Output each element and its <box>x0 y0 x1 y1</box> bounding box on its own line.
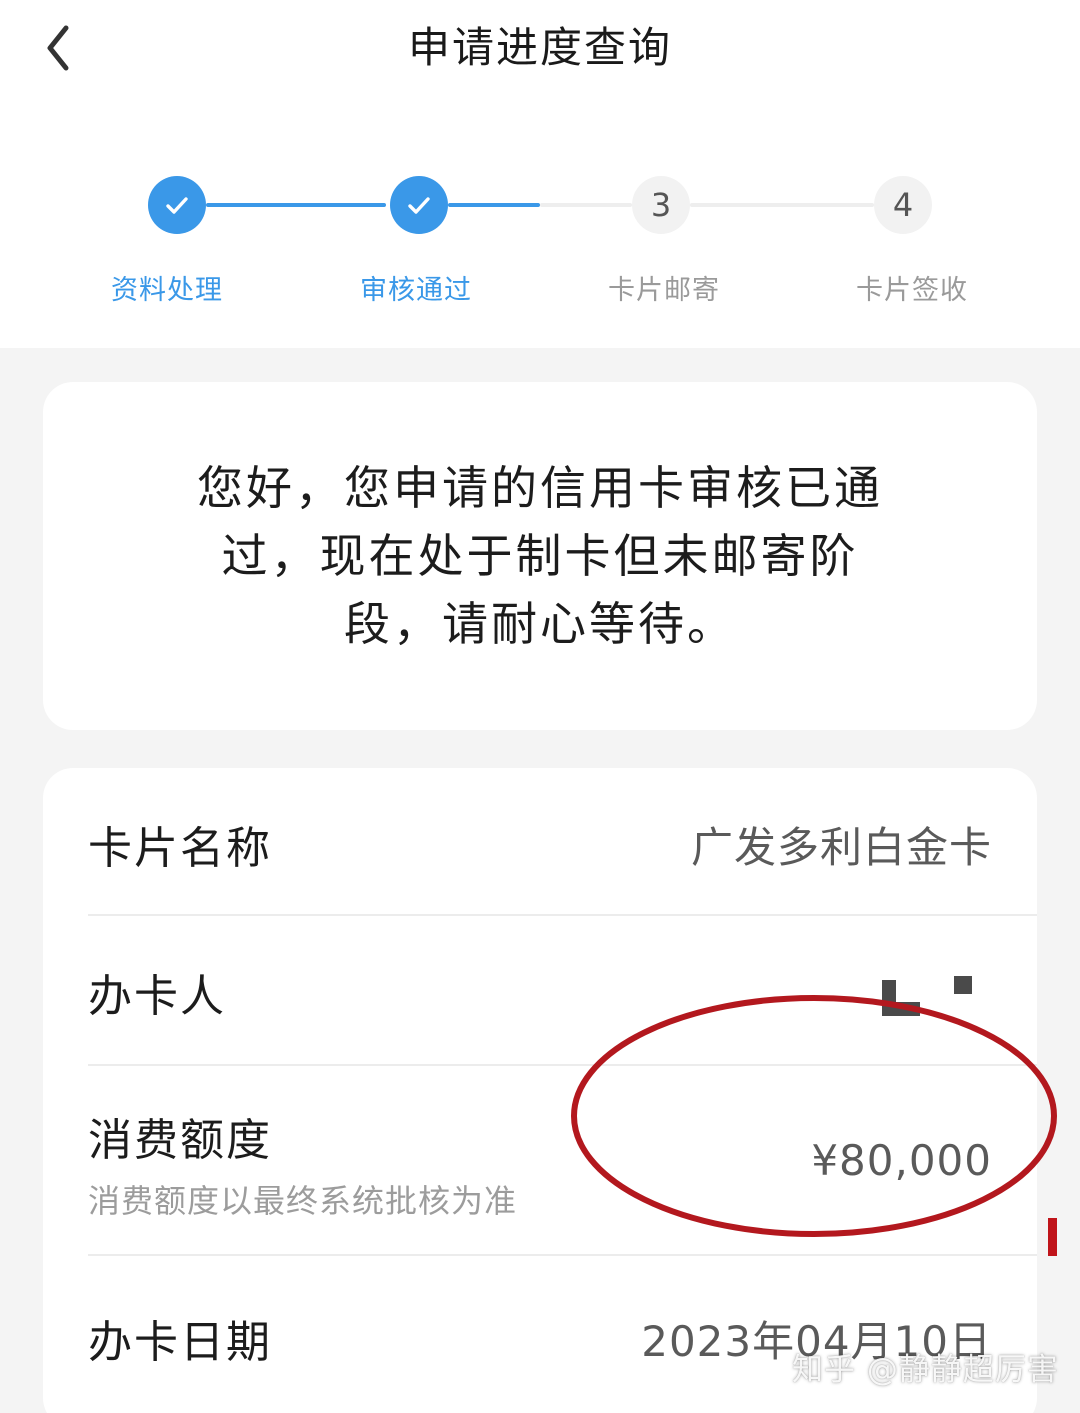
credit-limit-row: 消费额度 消费额度以最终系统批核为准 ¥80,000 <box>88 1066 1037 1254</box>
step-1-indicator <box>148 176 206 234</box>
step-4-label: 卡片签收 <box>856 275 968 306</box>
masked-applicant-name <box>882 976 982 1016</box>
red-edge-mark <box>1048 1218 1057 1256</box>
check-icon <box>166 197 188 214</box>
step-1-label: 资料处理 <box>111 275 223 306</box>
applicant-label: 办卡人 <box>88 971 226 1022</box>
step-2-indicator <box>390 176 448 234</box>
step-connector-3 <box>690 203 874 207</box>
status-message-card: 您好，您申请的信用卡审核已通过，现在处于制卡但未邮寄阶段，请耐心等待。 <box>43 382 1037 730</box>
page-title: 申请进度查询 <box>407 23 672 72</box>
progress-stepper: 3 4 资料处理 审核通过 卡片邮寄 卡片签收 <box>0 170 1080 320</box>
step-4-indicator: 4 <box>874 176 932 234</box>
step-connector-1 <box>206 203 386 207</box>
step-3-indicator: 3 <box>632 176 690 234</box>
card-name-label: 卡片名称 <box>88 823 272 874</box>
step-connector-2a <box>448 203 540 207</box>
step-connector-2b <box>540 203 632 207</box>
card-name-value: 广发多利白金卡 <box>690 823 992 872</box>
step-3-label: 卡片邮寄 <box>608 275 720 306</box>
watermark: 知乎 @静静超厉害 <box>792 1352 1059 1388</box>
header-section: 申请进度查询 3 4 资料处理 审核通过 卡片邮寄 卡片签收 <box>0 0 1080 348</box>
check-icon <box>408 197 430 214</box>
application-details-card: 卡片名称 广发多利白金卡 办卡人 消费额度 消费额度以最终系统批核为准 ¥80,… <box>43 768 1037 1413</box>
status-message: 您好，您申请的信用卡审核已通过，现在处于制卡但未邮寄阶段，请耐心等待。 <box>197 461 883 651</box>
card-name-row: 卡片名称 广发多利白金卡 <box>88 768 1037 914</box>
step-2-label: 审核通过 <box>360 275 472 306</box>
credit-limit-label: 消费额度 <box>88 1115 272 1166</box>
apply-date-label: 办卡日期 <box>88 1317 272 1368</box>
progress-query-page: 申请进度查询 3 4 资料处理 审核通过 卡片邮寄 卡片签收 您好，您申请的信用… <box>0 0 1080 1413</box>
credit-limit-note: 消费额度以最终系统批核为准 <box>88 1182 518 1220</box>
credit-limit-value: ¥80,000 <box>811 1136 992 1185</box>
